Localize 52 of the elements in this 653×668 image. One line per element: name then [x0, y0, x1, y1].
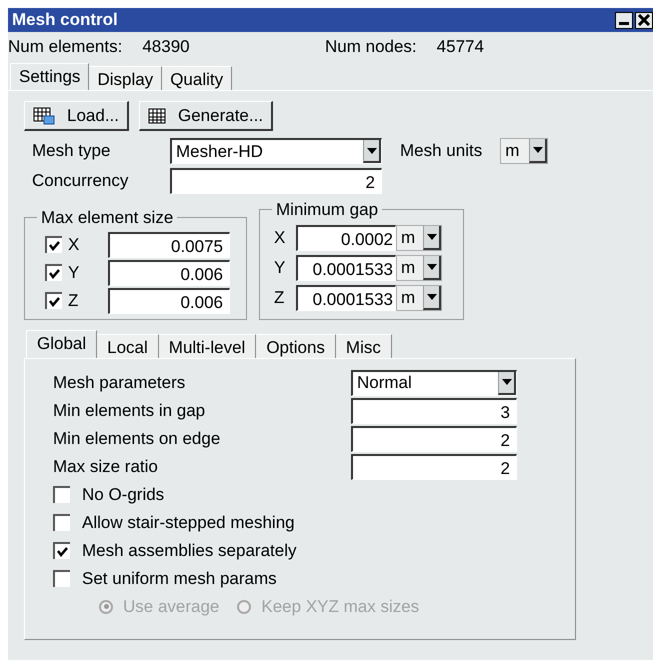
radio-label: Keep XYZ max sizes [261, 596, 420, 618]
axis-label: Z [67, 290, 80, 312]
checkbox-label: Allow stair-stepped meshing [82, 512, 295, 534]
gap-field[interactable]: 0.0002 [296, 224, 396, 250]
field-label: Mesh units [400, 140, 482, 162]
unit-dropdown[interactable]: m [396, 284, 442, 310]
mesh-units-dropdown[interactable]: m [500, 138, 548, 164]
field-label: Min elements on edge [53, 428, 222, 450]
checkbox-label: Set uniform mesh params [82, 568, 277, 590]
tab[interactable]: Misc [336, 334, 392, 358]
axis-label: X [67, 234, 80, 256]
checkbox-label: Mesh assemblies separately [82, 540, 296, 562]
unit-dropdown[interactable]: m [396, 224, 442, 250]
axis-label: Z [273, 286, 286, 309]
stat-label: Num elements: [8, 36, 122, 58]
field-label: Concurrency [31, 170, 130, 192]
dropdown[interactable]: Normal [351, 370, 517, 396]
tab[interactable]: Quality [162, 66, 232, 90]
field-label: Max size ratio [53, 456, 159, 478]
tab[interactable]: Multi-level [158, 334, 256, 358]
mesh-type-dropdown[interactable]: Mesher-HD [170, 138, 382, 164]
number-field[interactable]: 3 [351, 398, 517, 424]
load-button[interactable]: Load... [24, 101, 129, 131]
tab[interactable]: Local [97, 334, 159, 358]
tab[interactable]: Settings [10, 63, 90, 90]
window-title: Mesh control [12, 9, 118, 32]
group-title: Minimum gap [275, 199, 380, 221]
stat-value: 45774 [436, 36, 484, 58]
field-label: Mesh type [31, 140, 112, 162]
unit-dropdown[interactable]: m [396, 254, 442, 280]
gap-field[interactable]: 0.0001533 [296, 284, 396, 310]
stat-value: 48390 [142, 36, 190, 58]
number-field[interactable]: 2 [351, 454, 517, 480]
gap-field[interactable]: 0.0001533 [296, 254, 396, 280]
checkbox-label: No O-grids [82, 484, 164, 506]
radio-label: Use average [123, 596, 220, 618]
size-field[interactable]: 0.006 [108, 288, 230, 314]
tab[interactable]: Global [26, 330, 98, 358]
generate-button[interactable]: Generate... [139, 101, 274, 131]
stat-label: Num nodes: [325, 36, 417, 58]
axis-label: Y [67, 262, 80, 284]
group-title: Max element size [40, 207, 174, 229]
size-field[interactable]: 0.006 [108, 260, 230, 286]
axis-label: X [273, 226, 286, 249]
field-label: Mesh parameters [53, 372, 186, 394]
tab[interactable]: Display [89, 66, 162, 90]
size-field[interactable]: 0.0075 [108, 232, 230, 258]
concurrency-field[interactable]: 2 [170, 168, 382, 194]
number-field[interactable]: 2 [351, 426, 517, 452]
field-label: Min elements in gap [53, 400, 206, 422]
tab[interactable]: Options [256, 334, 336, 358]
axis-label: Y [273, 256, 286, 279]
